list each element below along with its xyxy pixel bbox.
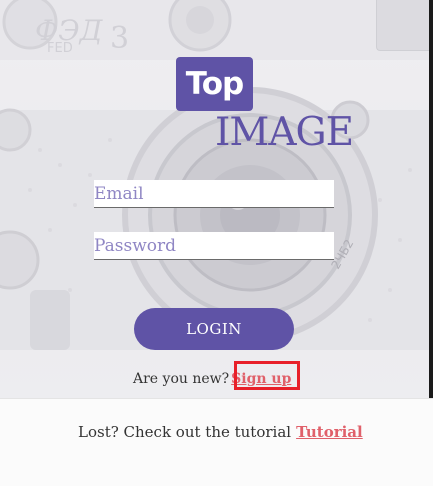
logo-top-text: Top: [185, 66, 245, 102]
login-page: ФЭД FED 3 2ЧБ2 Top IMAGE LOGIN: [0, 0, 433, 486]
tutorial-row: Lost? Check out the tutorial Tutorial: [78, 421, 363, 443]
tutorial-prompt: Lost? Check out the tutorial: [78, 423, 292, 441]
background-edge: [429, 0, 433, 398]
login-button-label: LOGIN: [186, 320, 242, 338]
password-field[interactable]: [94, 232, 334, 260]
login-button[interactable]: LOGIN: [134, 308, 294, 350]
signup-highlight-box: [234, 361, 300, 390]
email-field[interactable]: [94, 180, 334, 208]
logo-image-text: IMAGE: [215, 110, 354, 155]
background-corner-panel: [376, 0, 433, 51]
logo-top-badge: Top: [176, 57, 253, 111]
tutorial-link[interactable]: Tutorial: [296, 423, 363, 441]
signup-prompt: Are you new?: [133, 371, 230, 387]
